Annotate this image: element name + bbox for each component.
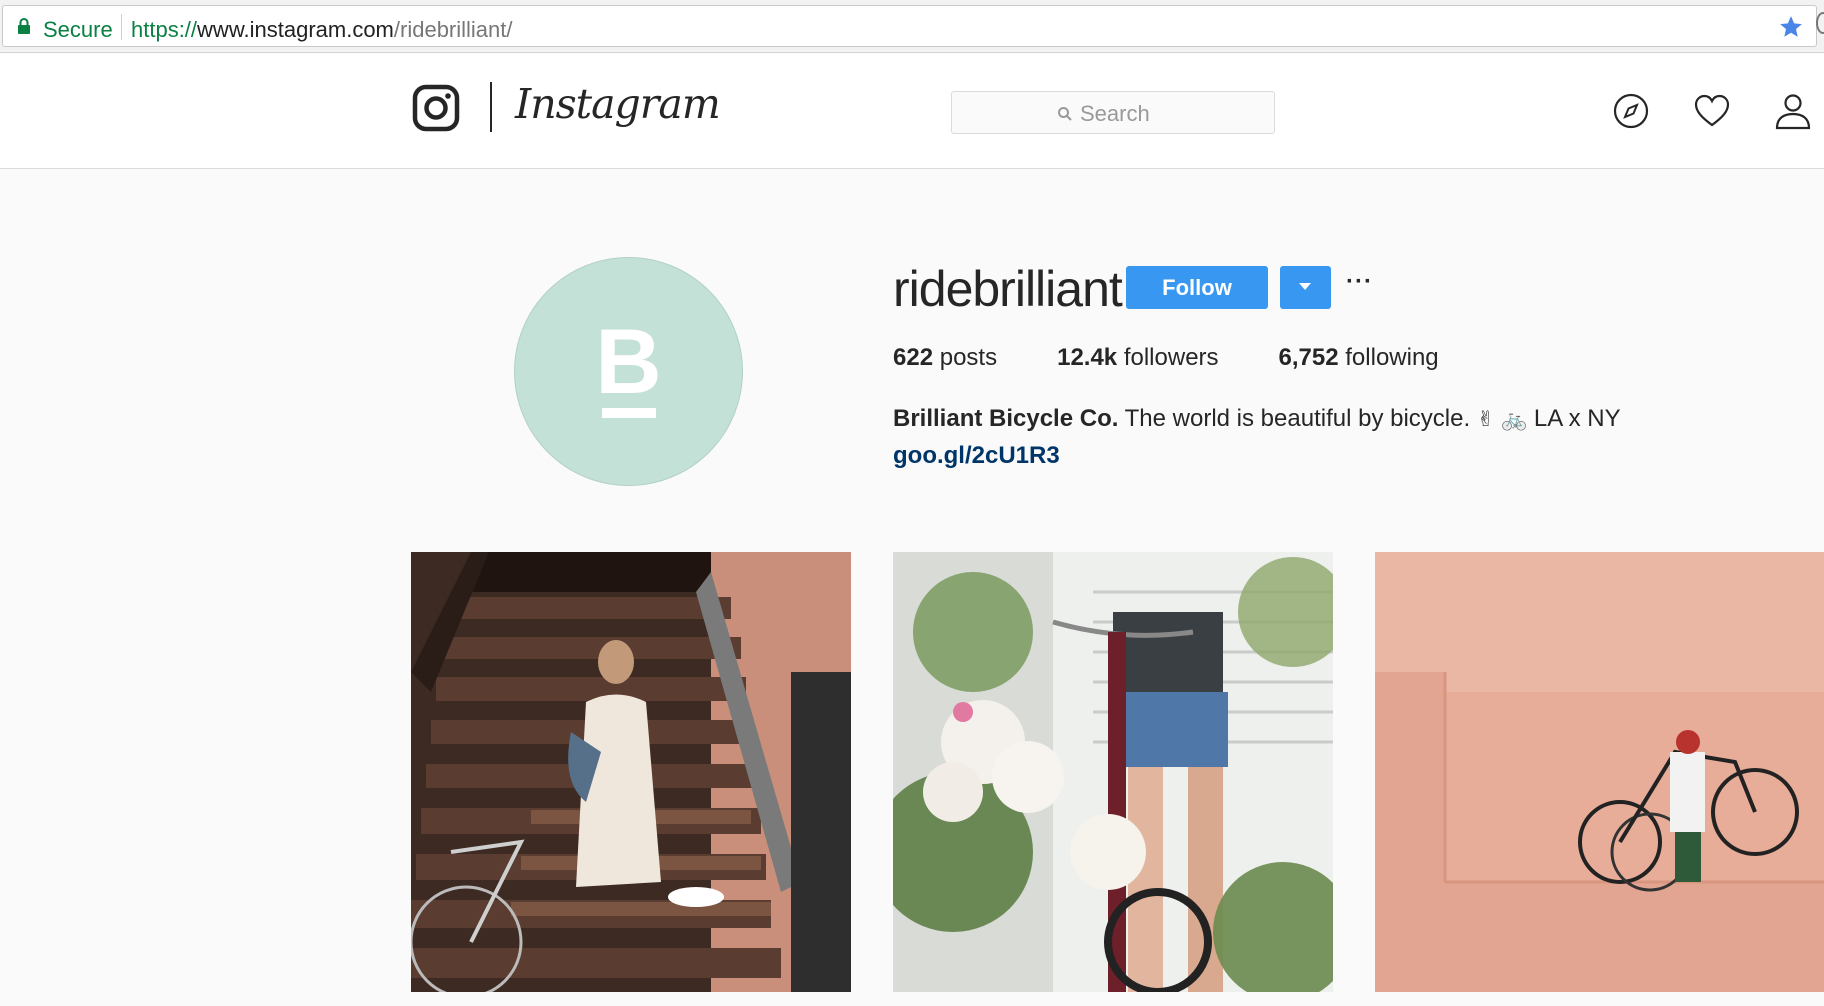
caret-down-icon bbox=[1299, 283, 1311, 290]
following-label: following bbox=[1345, 344, 1439, 371]
follow-button[interactable]: Follow bbox=[1126, 266, 1268, 309]
followers-label: followers bbox=[1123, 344, 1219, 371]
following-stat[interactable]: 6,752 following bbox=[1279, 344, 1439, 372]
brand-divider bbox=[490, 82, 492, 132]
search-icon bbox=[1058, 107, 1072, 121]
followers-stat[interactable]: 12.4k followers bbox=[1057, 344, 1218, 372]
search-input[interactable]: Search bbox=[951, 91, 1275, 134]
url-text[interactable]: https://www.instagram.com/ridebrilliant/ bbox=[131, 17, 513, 43]
profile-stats: 622 posts 12.4k followers 6,752 followin… bbox=[893, 344, 1439, 372]
bicycle-emoji: 🚲 bbox=[1501, 407, 1528, 431]
suggestions-dropdown-button[interactable] bbox=[1280, 266, 1331, 309]
bookmark-star-icon[interactable] bbox=[1778, 14, 1804, 40]
post-image-roses bbox=[893, 552, 1333, 992]
url-scheme: https:// bbox=[131, 17, 198, 42]
compass-icon[interactable] bbox=[1612, 92, 1650, 130]
avatar[interactable]: B bbox=[514, 257, 743, 486]
heart-icon[interactable] bbox=[1693, 92, 1731, 130]
url-path: /ridebrilliant/ bbox=[393, 17, 513, 42]
profile-bio: Brilliant Bicycle Co. The world is beaut… bbox=[893, 405, 1621, 433]
instagram-glyph-icon[interactable] bbox=[412, 84, 460, 132]
posts-count: 622 bbox=[893, 344, 934, 371]
browser-toolbar: Secure https://www.instagram.com/ridebri… bbox=[0, 0, 1824, 53]
post-thumbnail-2[interactable] bbox=[893, 552, 1333, 992]
instagram-header: Instagram Search bbox=[0, 54, 1824, 169]
victory-hand-emoji: ✌ bbox=[1476, 407, 1495, 431]
post-thumbnail-3[interactable] bbox=[1375, 552, 1824, 992]
bio-name: Brilliant Bicycle Co. bbox=[893, 405, 1119, 432]
followers-count: 12.4k bbox=[1057, 344, 1118, 371]
profile-username: ridebrilliant bbox=[893, 261, 1123, 317]
url-host: www.instagram.com bbox=[197, 17, 394, 42]
lock-icon bbox=[18, 18, 30, 34]
bio-location: LA x NY bbox=[1533, 405, 1621, 432]
more-options-button[interactable]: ··· bbox=[1346, 268, 1373, 296]
address-bar[interactable]: Secure https://www.instagram.com/ridebri… bbox=[2, 5, 1817, 47]
extension-icon[interactable] bbox=[1816, 12, 1824, 34]
following-count: 6,752 bbox=[1278, 344, 1339, 371]
post-image-stairs bbox=[411, 552, 851, 992]
bio-text: The world is beautiful by bicycle. bbox=[1124, 405, 1471, 432]
secure-label: Secure bbox=[43, 17, 113, 42]
bio-link[interactable]: goo.gl/2cU1R3 bbox=[893, 442, 1060, 470]
posts-label: posts bbox=[939, 344, 998, 371]
post-thumbnail-1[interactable] bbox=[411, 552, 851, 992]
address-separator bbox=[121, 14, 122, 40]
person-icon[interactable] bbox=[1774, 92, 1812, 130]
search-placeholder: Search bbox=[1080, 101, 1150, 126]
posts-stat[interactable]: 622 posts bbox=[893, 344, 997, 372]
avatar-logo-underline bbox=[602, 408, 656, 418]
avatar-logo-letter: B bbox=[595, 311, 662, 413]
instagram-wordmark[interactable]: Instagram bbox=[515, 80, 721, 128]
post-image-pink-wall bbox=[1375, 552, 1824, 992]
